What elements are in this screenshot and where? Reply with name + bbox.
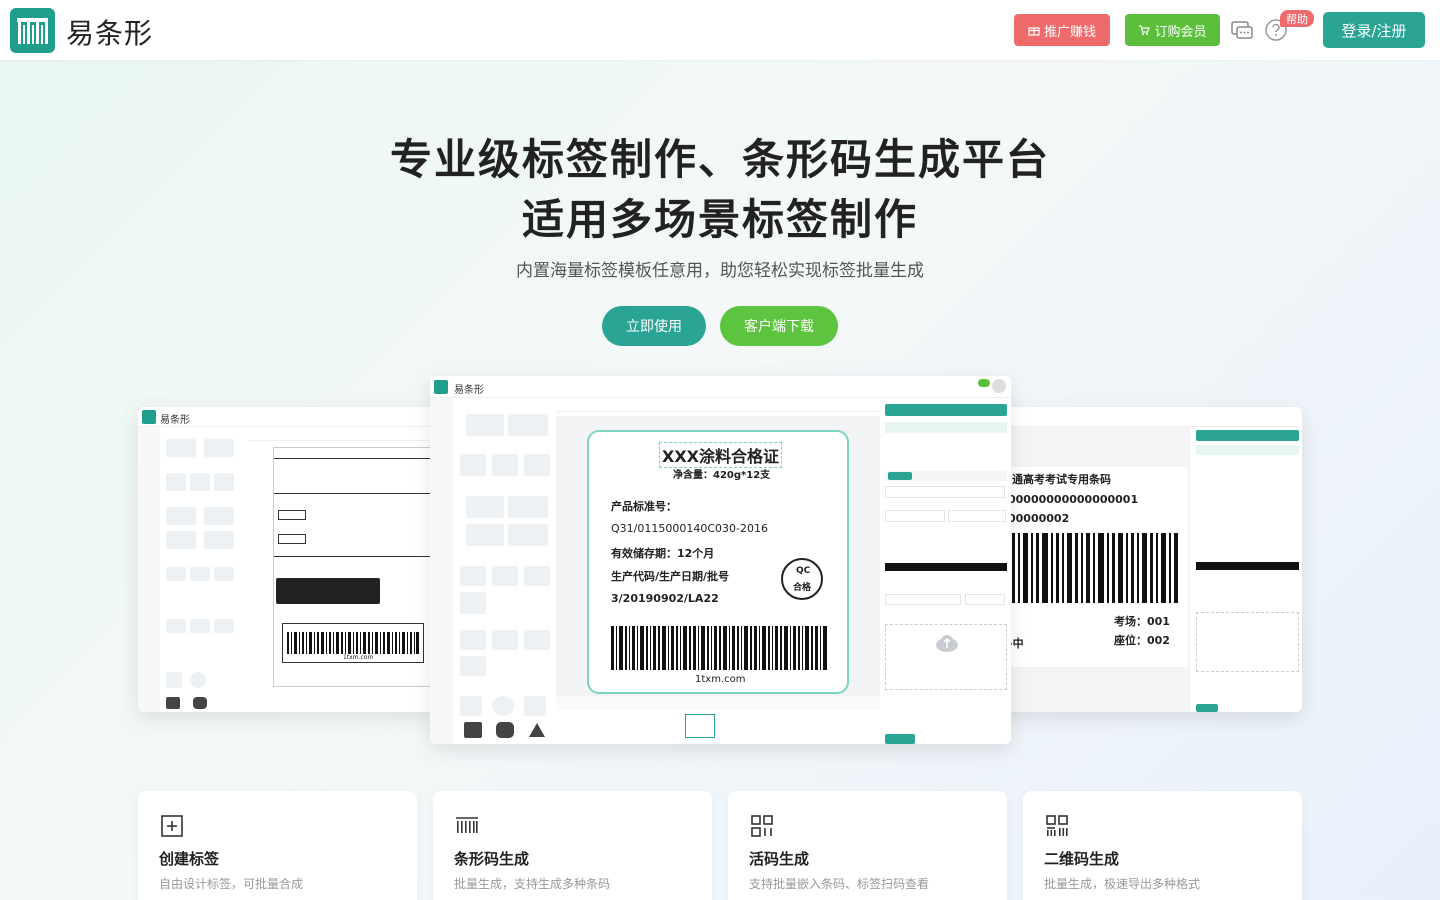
feature-desc: 自由设计标签，可批量合成	[159, 877, 304, 891]
label-title: XXX涂料合格证	[659, 442, 783, 468]
label-net-content: 净含量：420g*12支	[673, 470, 771, 481]
label-shelf-life: 有效储存期：12个月	[611, 547, 715, 560]
exam-label-canvas: 通高考考试专用条码 00000000000000001 00000002 考场：…	[1008, 467, 1188, 667]
feature-card-create-label[interactable]: 创建标签 自由设计标签，可批量合成	[138, 791, 417, 900]
qr-grid-icon	[751, 815, 773, 837]
subscribe-label: 订购会员	[1154, 24, 1207, 40]
logo-icon[interactable]	[10, 8, 55, 53]
subscribe-button[interactable]: 订购会员	[1125, 14, 1220, 46]
exam-seat: 座位：002	[1114, 634, 1170, 647]
chat-icon[interactable]	[1230, 18, 1254, 42]
feature-desc: 支持批量嵌入条码、标签扫码查看	[749, 877, 930, 891]
preview-right: 通高考考试专用条码 00000000000000001 00000002 考场：…	[1000, 407, 1302, 712]
feature-card-live-code[interactable]: 活码生成 支持批量嵌入条码、标签扫码查看	[728, 791, 1007, 900]
feature-title: 活码生成	[749, 850, 810, 868]
login-register-button[interactable]: 登录/注册	[1323, 12, 1425, 48]
barcode-icon	[456, 817, 478, 833]
help-badge[interactable]: 帮助	[1280, 10, 1314, 27]
left-label-site: 1txm.com	[343, 654, 374, 661]
qc-pass-text: 合格	[793, 583, 812, 593]
promo-label: 推广赚钱	[1043, 24, 1096, 40]
doc-canvas: 1txm.com	[273, 447, 431, 687]
feature-title: 二维码生成	[1044, 850, 1120, 868]
label-canvas: XXX涂料合格证 净含量：420g*12支 产品标准号： Q31/0115000…	[587, 430, 849, 694]
label-standard-label: 产品标准号：	[611, 500, 677, 513]
barcode-graphic	[1012, 533, 1178, 603]
hero-title-line2: 适用多场景标签制作	[521, 195, 918, 244]
preview-app-name: 易条形	[160, 415, 190, 426]
feature-card-qrcode[interactable]: 二维码生成 批量生成，极速导出多种格式	[1023, 791, 1302, 900]
hero-title-line1: 专业级标签制作、条形码生成平台	[389, 135, 1050, 184]
preview-app-name: 易条形	[454, 385, 484, 396]
logo-icon	[434, 380, 448, 394]
label-site: 1txm.com	[695, 674, 746, 685]
qrcode-icon	[1046, 815, 1068, 836]
logo-text[interactable]: 易条形	[66, 12, 153, 52]
plus-square-icon	[161, 815, 183, 837]
triangle-icon	[529, 723, 545, 737]
feature-desc: 批量生成，极速导出多种格式	[1044, 877, 1201, 891]
label-batch-value: 3/20190902/LA22	[611, 592, 719, 605]
feature-title: 条形码生成	[454, 850, 530, 868]
hero-subtitle: 内置海量标签模板任意用，助您轻松实现标签批量生成	[516, 261, 924, 281]
preview-center: 易条形 XXX涂料合格证 净含量：420g*12支 产品标准号： Q31/011…	[430, 376, 1011, 744]
top-header: 易条形 推广赚钱 订购会员 帮助 登录/注册	[0, 0, 1440, 60]
use-now-button[interactable]: 立即使用	[602, 306, 706, 346]
feature-title: 创建标签	[159, 850, 220, 868]
logo-icon	[142, 410, 156, 424]
barcode-graphic	[287, 632, 419, 654]
client-download-button[interactable]: 客户端下载	[720, 306, 838, 346]
exam-label-title: 通高考考试专用条码	[1012, 473, 1111, 486]
cart-icon	[1139, 25, 1151, 35]
promo-button[interactable]: 推广赚钱	[1014, 14, 1110, 46]
exam-label-code1: 00000000000000001	[1008, 493, 1139, 506]
exam-label-code2: 00000002	[1008, 512, 1070, 525]
qc-text: QC	[796, 566, 811, 576]
label-standard-value: Q31/0115000140C030-2016	[611, 522, 768, 535]
label-batch-label: 生产代码/生产日期/批号	[611, 570, 730, 583]
cloud-upload-icon	[936, 635, 958, 652]
barcode-graphic	[611, 626, 827, 670]
feature-card-barcode[interactable]: 条形码生成 批量生成，支持生成多种条码	[433, 791, 712, 900]
exam-room: 考场：001	[1114, 615, 1170, 628]
preview-left: 易条形 1txm.com	[138, 407, 438, 712]
feature-desc: 批量生成，支持生成多种条码	[454, 877, 611, 891]
gift-icon	[1028, 27, 1040, 36]
qc-stamp: QC 合格	[781, 558, 823, 600]
